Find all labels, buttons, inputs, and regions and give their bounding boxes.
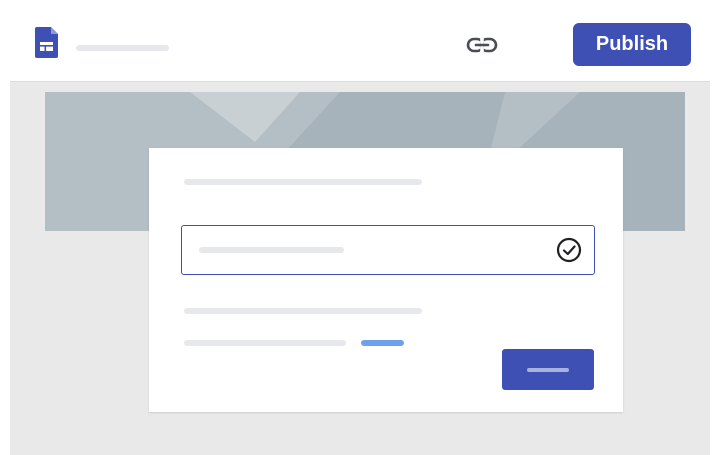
document-title-placeholder[interactable]: [76, 45, 169, 51]
top-toolbar: Publish: [10, 10, 710, 81]
answer-text-placeholder: [199, 247, 344, 253]
app-window: Publish: [10, 10, 710, 455]
answer-input[interactable]: [181, 225, 595, 275]
link-icon[interactable]: [466, 34, 498, 56]
forms-document-icon[interactable]: [35, 27, 58, 58]
check-circle-icon: [556, 237, 582, 263]
accent-link[interactable]: [361, 340, 404, 346]
toolbar-divider: [10, 81, 710, 82]
form-canvas: [45, 92, 685, 455]
publish-button[interactable]: Publish: [573, 23, 691, 66]
submit-button[interactable]: [502, 349, 594, 390]
submit-label-placeholder: [527, 368, 569, 372]
form-card: [149, 148, 623, 412]
helper-text-placeholder: [184, 340, 346, 346]
question-title-placeholder: [184, 179, 422, 185]
description-placeholder: [184, 308, 422, 314]
